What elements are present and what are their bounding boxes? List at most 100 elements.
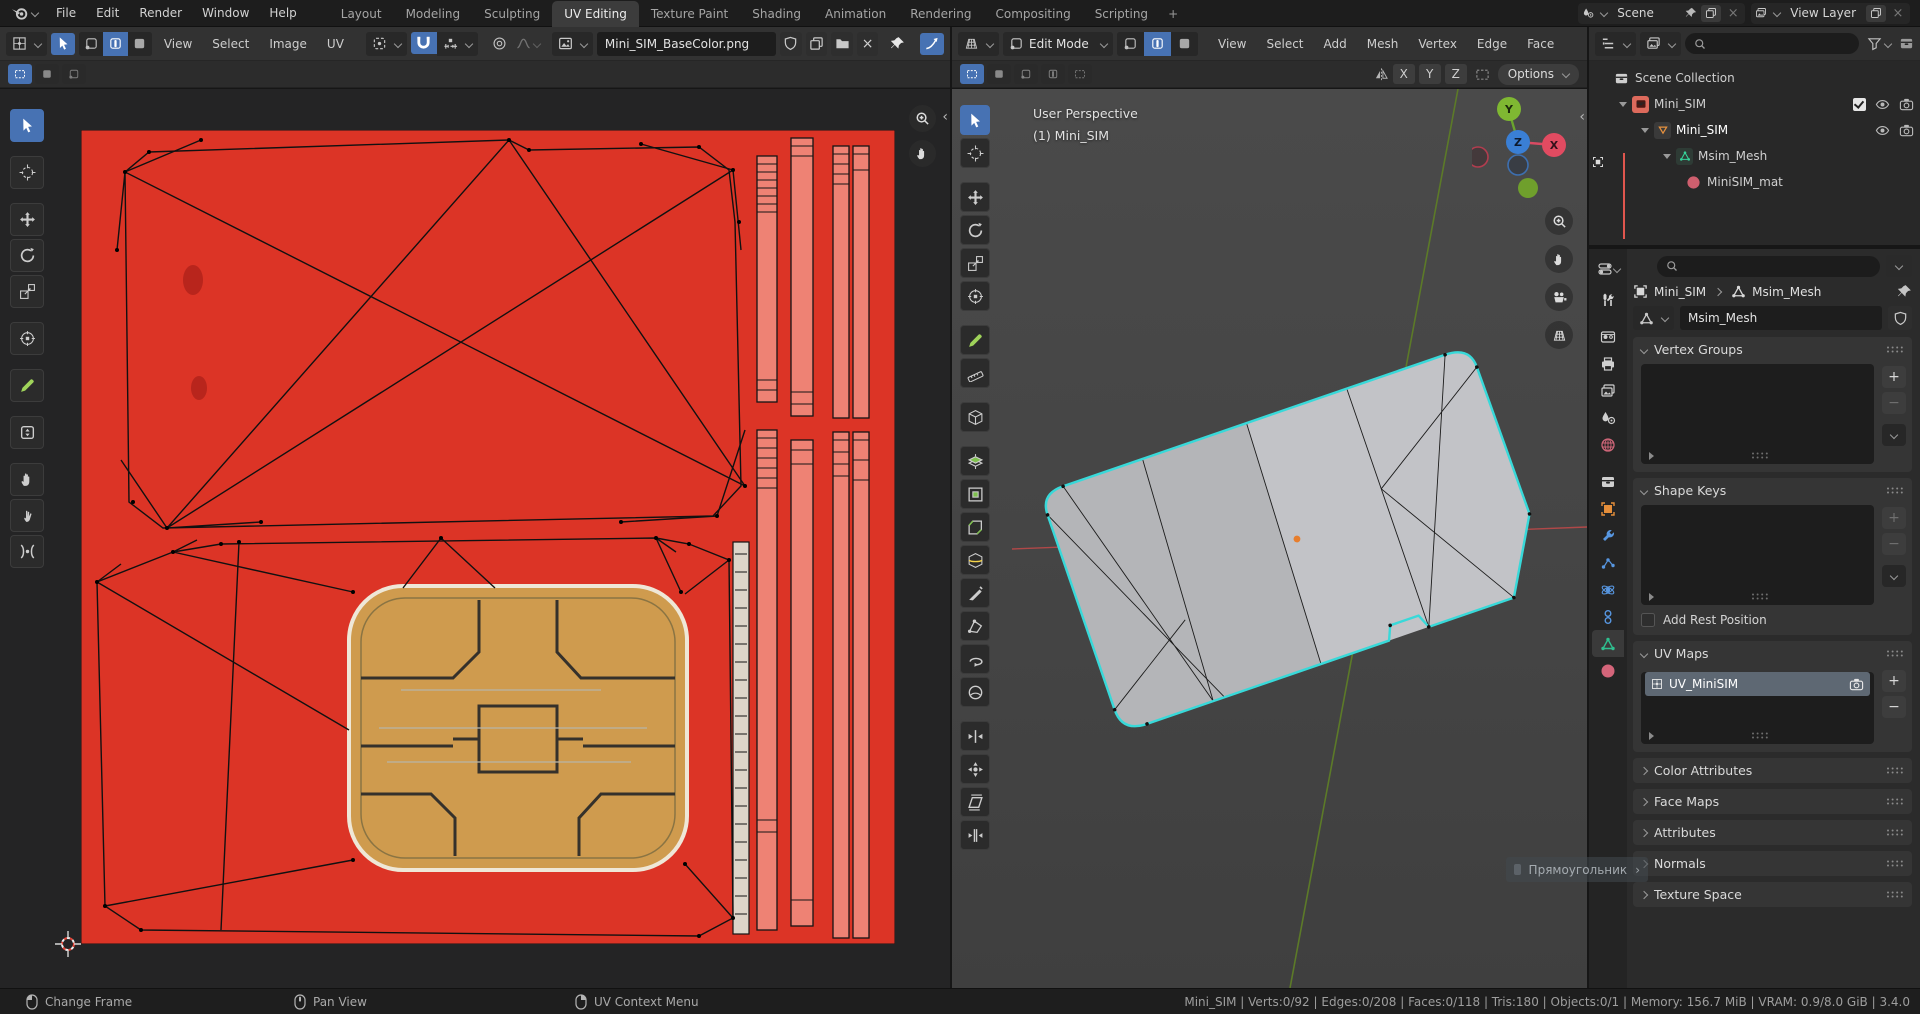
list-expand-icon[interactable]	[1649, 731, 1654, 740]
tab-shading[interactable]: Shading	[740, 1, 813, 27]
image-name-field[interactable]: Mini_SIM_BaseColor.png	[596, 31, 777, 56]
grip-icon[interactable]	[1886, 766, 1904, 775]
face-select-mode-button[interactable]	[1171, 31, 1198, 56]
tool-tweak-select[interactable]	[960, 105, 990, 135]
new-image-button[interactable]	[805, 31, 828, 56]
panel-header[interactable]: Vertex Groups	[1633, 337, 1912, 362]
add-workspace-button[interactable]: +	[1160, 1, 1186, 27]
view-layer-name[interactable]: View Layer	[1784, 6, 1862, 20]
outliner-search-input[interactable]	[1685, 33, 1859, 54]
update-automatically-toggle[interactable]	[919, 32, 944, 55]
image-pin-toggle[interactable]	[886, 32, 908, 56]
grip-icon[interactable]	[1886, 797, 1904, 806]
uv-canvas[interactable]: ‹	[0, 89, 950, 988]
vp-menu-view[interactable]: View	[1210, 37, 1254, 51]
unlink-image-button[interactable]: ×	[856, 31, 879, 56]
unlink-scene-button[interactable]: ×	[1725, 6, 1741, 21]
tab-output[interactable]	[1592, 350, 1624, 377]
shape-key-specials-button[interactable]	[1882, 565, 1906, 587]
panel-header[interactable]: Texture Space	[1633, 882, 1912, 907]
tool-pinch[interactable]	[10, 535, 44, 568]
select-mode-invert-button[interactable]	[1041, 64, 1065, 84]
tool-measure[interactable]	[960, 358, 990, 388]
vp-menu-edge[interactable]: Edge	[1469, 37, 1515, 51]
tab-constraints[interactable]	[1592, 603, 1624, 630]
select-mode-subtract-button[interactable]	[1014, 64, 1038, 84]
tab-layout[interactable]: Layout	[329, 1, 394, 27]
viewport-canvas[interactable]: User Perspective (1) Mini_SIM Y Z X ‹	[952, 89, 1587, 988]
tool-shrink-fatten[interactable]	[960, 754, 990, 784]
tab-object-data[interactable]	[1592, 630, 1624, 657]
menu-window[interactable]: Window	[192, 0, 259, 27]
options-dropdown[interactable]: Options	[1497, 63, 1579, 85]
tab-world[interactable]	[1592, 431, 1624, 458]
browse-image-button[interactable]	[551, 31, 593, 56]
pivot-point-button[interactable]	[365, 31, 407, 56]
chevron-down-icon[interactable]	[1600, 8, 1609, 18]
camera-view-button[interactable]	[1545, 283, 1573, 311]
tool-tweak-select[interactable]	[10, 109, 44, 142]
tab-collection[interactable]	[1592, 468, 1624, 495]
navigation-gizmo[interactable]: Y Z X	[1472, 93, 1572, 201]
snap-toggle[interactable]	[410, 31, 437, 54]
new-collection-icon[interactable]	[1899, 36, 1914, 51]
browse-mesh-button[interactable]	[1633, 306, 1674, 330]
tool-move[interactable]	[10, 203, 44, 236]
tool-loop-cut[interactable]	[960, 545, 990, 575]
mirror-y-toggle[interactable]: Y	[1418, 64, 1441, 84]
properties-options-button[interactable]	[1886, 255, 1912, 277]
remove-uv-map-button[interactable]: −	[1882, 696, 1906, 718]
select-mode-extend-button[interactable]	[35, 64, 59, 84]
zoom-button[interactable]	[1545, 207, 1573, 235]
mesh-name-field[interactable]: Msim_Mesh	[1680, 306, 1882, 330]
uv-2d-cursor[interactable]	[55, 931, 81, 957]
menu-render[interactable]: Render	[129, 0, 192, 27]
list-expand-icon[interactable]	[1649, 592, 1654, 601]
tab-physics[interactable]	[1592, 576, 1624, 603]
tool-add-cube[interactable]	[960, 402, 990, 432]
tool-shear[interactable]	[960, 787, 990, 817]
tool-rotate[interactable]	[960, 215, 990, 245]
vp-menu-mesh[interactable]: Mesh	[1359, 37, 1407, 51]
menu-help[interactable]: Help	[259, 0, 306, 27]
tab-animation[interactable]: Animation	[813, 1, 898, 27]
uv-menu-uv[interactable]: UV	[319, 37, 352, 51]
outliner-row-collection-minisim[interactable]: Mini_SIM	[1589, 91, 1920, 117]
camera-icon[interactable]	[1899, 97, 1914, 112]
add-uv-map-button[interactable]: +	[1882, 670, 1906, 692]
panel-header[interactable]: UV Maps	[1633, 641, 1912, 666]
tab-rendering[interactable]: Rendering	[898, 1, 983, 27]
eye-icon[interactable]	[1875, 123, 1890, 138]
snap-settings-button[interactable]	[436, 31, 478, 56]
add-vertex-group-button[interactable]: +	[1882, 366, 1906, 388]
axis-negative-x[interactable]	[1472, 146, 1489, 168]
tool-grab[interactable]	[10, 463, 44, 496]
vp-menu-face[interactable]: Face	[1519, 37, 1562, 51]
tab-compositing[interactable]: Compositing	[983, 1, 1082, 27]
panel-header[interactable]: Color Attributes	[1633, 758, 1912, 783]
new-view-layer-button[interactable]	[1866, 4, 1886, 22]
tab-texture-paint[interactable]: Texture Paint	[639, 1, 740, 27]
tool-move[interactable]	[960, 182, 990, 212]
tool-bevel[interactable]	[960, 512, 990, 542]
tool-cursor-2d[interactable]	[10, 156, 44, 189]
grip-icon[interactable]	[1751, 451, 1769, 460]
tool-scale[interactable]	[960, 248, 990, 278]
collection-checkbox[interactable]	[1853, 97, 1866, 111]
edge-select-mode-button[interactable]	[1144, 31, 1171, 56]
grip-icon[interactable]	[1751, 731, 1769, 740]
select-mode-subtract-button[interactable]	[62, 64, 86, 84]
panel-header[interactable]: Shape Keys	[1633, 478, 1912, 503]
expand-triangle-icon[interactable]	[1663, 153, 1671, 159]
new-scene-button[interactable]	[1701, 4, 1722, 22]
breadcrumb-object[interactable]: Mini_SIM	[1654, 285, 1706, 299]
uv-map-item[interactable]: UV_MiniSIM	[1645, 672, 1870, 696]
remove-view-layer-button[interactable]: ×	[1890, 6, 1906, 21]
vp-menu-add[interactable]: Add	[1316, 37, 1355, 51]
snap-correct-button[interactable]	[1471, 63, 1494, 85]
view-layer-icon[interactable]	[1755, 7, 1767, 19]
pin-icon[interactable]	[1685, 7, 1697, 19]
pan-button[interactable]	[909, 140, 936, 167]
vp-menu-vertex[interactable]: Vertex	[1410, 37, 1465, 51]
open-image-button[interactable]	[831, 31, 853, 56]
